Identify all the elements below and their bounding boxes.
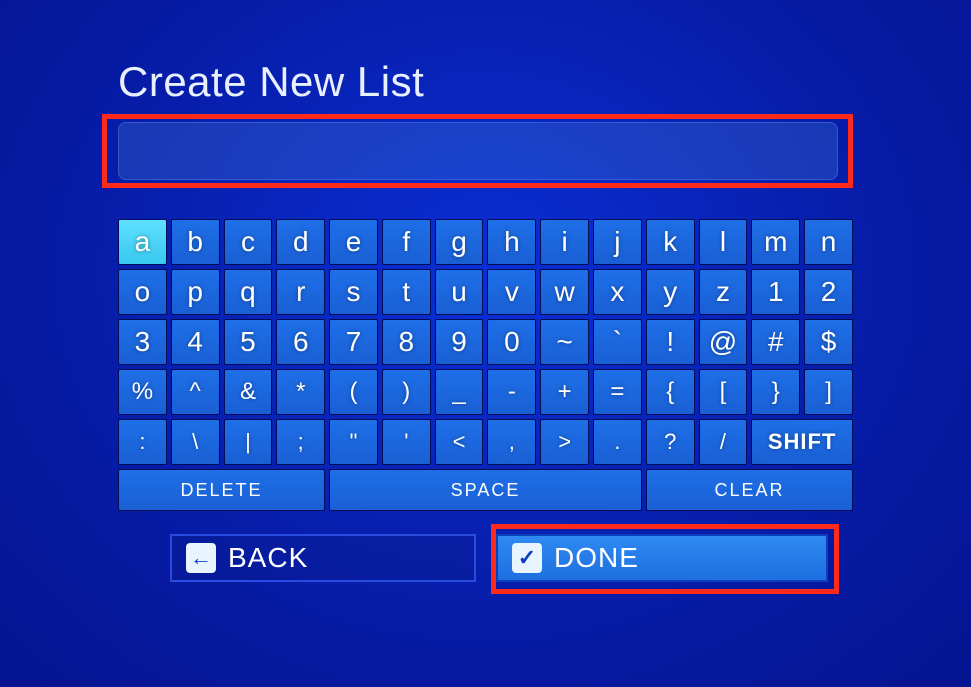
done-label: DONE bbox=[554, 542, 639, 574]
done-button[interactable]: ✓ DONE bbox=[496, 534, 828, 582]
key-~[interactable]: ~ bbox=[540, 319, 589, 365]
page-title: Create New List bbox=[118, 58, 424, 106]
key-w[interactable]: w bbox=[540, 269, 589, 315]
key-u[interactable]: u bbox=[435, 269, 484, 315]
key-4[interactable]: 4 bbox=[171, 319, 220, 365]
back-label: BACK bbox=[228, 542, 308, 574]
screen: Create New List abcdefghijklmn opqrstuvw… bbox=[0, 0, 971, 687]
key-r[interactable]: r bbox=[276, 269, 325, 315]
key-}[interactable]: } bbox=[751, 369, 800, 415]
key-@[interactable]: @ bbox=[699, 319, 748, 365]
key-%[interactable]: % bbox=[118, 369, 167, 415]
on-screen-keyboard: abcdefghijklmn opqrstuvwxyz12 34567890~`… bbox=[118, 219, 853, 511]
key-;[interactable]: ; bbox=[276, 419, 325, 465]
key-/[interactable]: / bbox=[699, 419, 748, 465]
key-m[interactable]: m bbox=[751, 219, 800, 265]
key-<[interactable]: < bbox=[435, 419, 484, 465]
key-#[interactable]: # bbox=[751, 319, 800, 365]
key-{[interactable]: { bbox=[646, 369, 695, 415]
key-p[interactable]: p bbox=[171, 269, 220, 315]
key-1[interactable]: 1 bbox=[751, 269, 800, 315]
key-o[interactable]: o bbox=[118, 269, 167, 315]
key-[[interactable]: [ bbox=[699, 369, 748, 415]
key-+[interactable]: + bbox=[540, 369, 589, 415]
key-y[interactable]: y bbox=[646, 269, 695, 315]
bottom-row: ← BACK ✓ DONE bbox=[170, 534, 830, 582]
key-([interactable]: ( bbox=[329, 369, 378, 415]
key-0[interactable]: 0 bbox=[487, 319, 536, 365]
key-6[interactable]: 6 bbox=[276, 319, 325, 365]
key-l[interactable]: l bbox=[699, 219, 748, 265]
back-button[interactable]: ← BACK bbox=[170, 534, 476, 582]
key-h[interactable]: h bbox=[487, 219, 536, 265]
key-t[interactable]: t bbox=[382, 269, 431, 315]
key-clear[interactable]: CLEAR bbox=[646, 469, 853, 511]
key-s[interactable]: s bbox=[329, 269, 378, 315]
key-'[interactable]: ' bbox=[382, 419, 431, 465]
key-`[interactable]: ` bbox=[593, 319, 642, 365]
key->[interactable]: > bbox=[540, 419, 589, 465]
key--[interactable]: - bbox=[487, 369, 536, 415]
key-v[interactable]: v bbox=[487, 269, 536, 315]
key-b[interactable]: b bbox=[171, 219, 220, 265]
key-&[interactable]: & bbox=[224, 369, 273, 415]
key-g[interactable]: g bbox=[435, 219, 484, 265]
key-z[interactable]: z bbox=[699, 269, 748, 315]
key-j[interactable]: j bbox=[593, 219, 642, 265]
key-=[interactable]: = bbox=[593, 369, 642, 415]
key-][interactable]: ] bbox=[804, 369, 853, 415]
list-name-input[interactable] bbox=[118, 122, 838, 180]
key-2[interactable]: 2 bbox=[804, 269, 853, 315]
key-c[interactable]: c bbox=[224, 219, 273, 265]
key-q[interactable]: q bbox=[224, 269, 273, 315]
key-n[interactable]: n bbox=[804, 219, 853, 265]
key-3[interactable]: 3 bbox=[118, 319, 167, 365]
key-_[interactable]: _ bbox=[435, 369, 484, 415]
key-?[interactable]: ? bbox=[646, 419, 695, 465]
key-5[interactable]: 5 bbox=[224, 319, 273, 365]
key-f[interactable]: f bbox=[382, 219, 431, 265]
key-*[interactable]: * bbox=[276, 369, 325, 415]
key-i[interactable]: i bbox=[540, 219, 589, 265]
key-,[interactable]: , bbox=[487, 419, 536, 465]
key-:[interactable]: : bbox=[118, 419, 167, 465]
key-k[interactable]: k bbox=[646, 219, 695, 265]
checkmark-icon: ✓ bbox=[512, 543, 542, 573]
key-a[interactable]: a bbox=[118, 219, 167, 265]
key-^[interactable]: ^ bbox=[171, 369, 220, 415]
key-![interactable]: ! bbox=[646, 319, 695, 365]
key-$[interactable]: $ bbox=[804, 319, 853, 365]
key-7[interactable]: 7 bbox=[329, 319, 378, 365]
key-\[interactable]: \ bbox=[171, 419, 220, 465]
arrow-left-icon: ← bbox=[186, 543, 216, 573]
key-d[interactable]: d bbox=[276, 219, 325, 265]
key-e[interactable]: e bbox=[329, 219, 378, 265]
key-.[interactable]: . bbox=[593, 419, 642, 465]
key-"[interactable]: " bbox=[329, 419, 378, 465]
key-x[interactable]: x bbox=[593, 269, 642, 315]
key-space[interactable]: SPACE bbox=[329, 469, 642, 511]
key-9[interactable]: 9 bbox=[435, 319, 484, 365]
key-delete[interactable]: DELETE bbox=[118, 469, 325, 511]
key-shift[interactable]: SHIFT bbox=[751, 419, 853, 465]
key-|[interactable]: | bbox=[224, 419, 273, 465]
key-)[interactable]: ) bbox=[382, 369, 431, 415]
key-8[interactable]: 8 bbox=[382, 319, 431, 365]
